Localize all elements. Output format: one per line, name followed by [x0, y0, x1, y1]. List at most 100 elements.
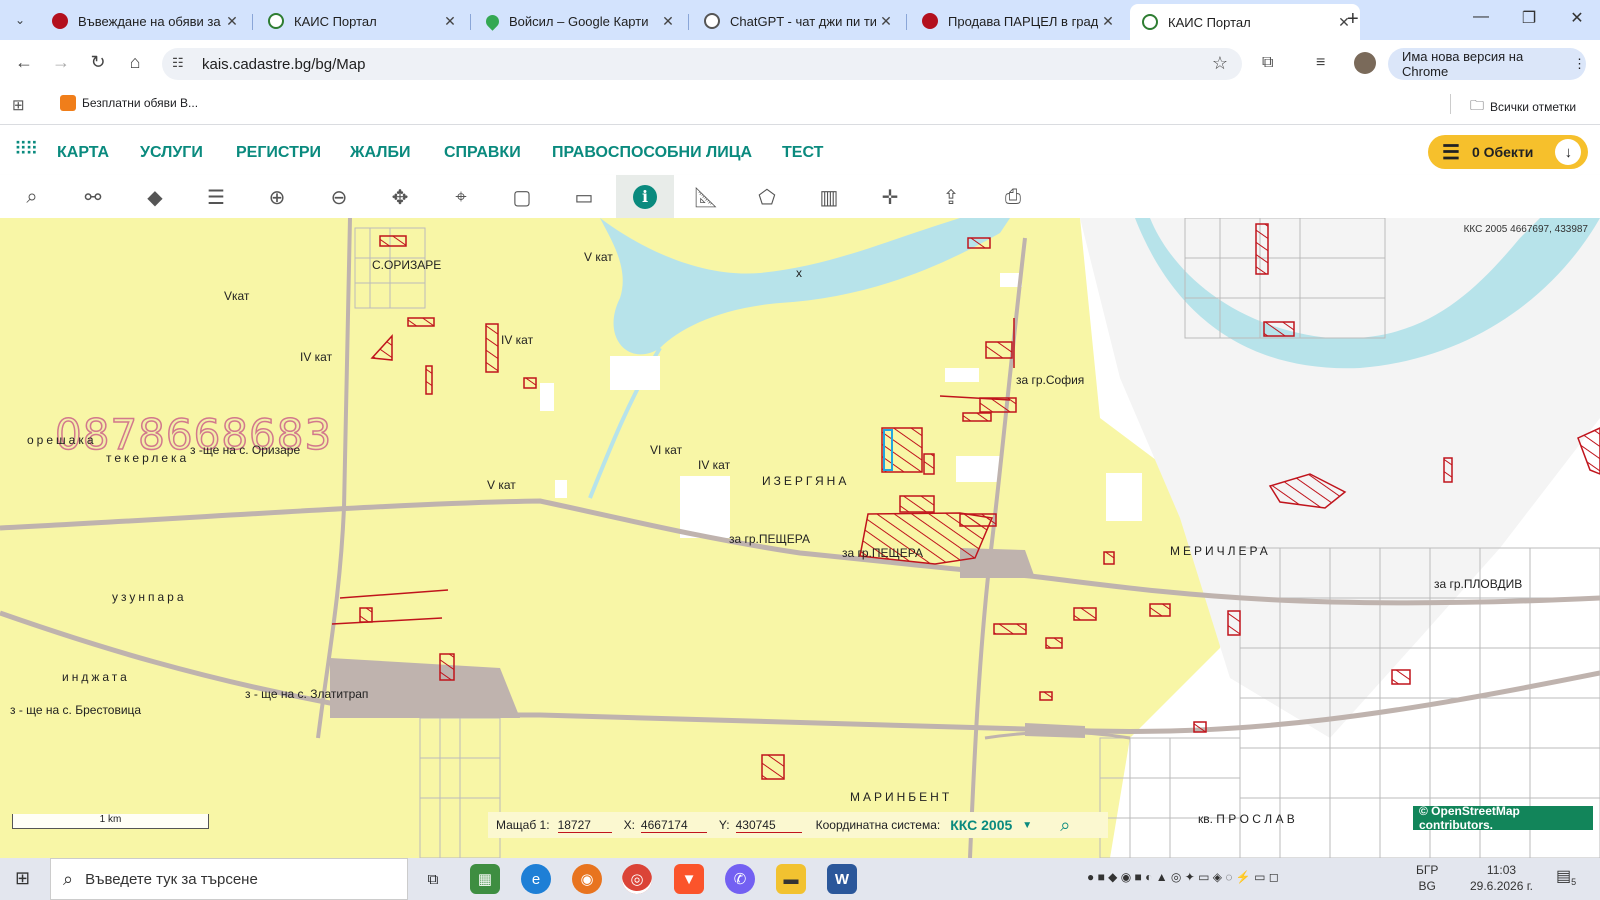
parcel: [1045, 637, 1063, 649]
close-window-icon[interactable]: ✕: [1562, 8, 1592, 28]
map-label: за гр.ПЕЩЕРА: [729, 532, 810, 546]
media-controls-icon[interactable]: ≡: [1316, 54, 1325, 72]
site-info-icon[interactable]: ☷: [172, 55, 184, 71]
info-icon[interactable]: i: [616, 175, 674, 218]
zoom-out-icon[interactable]: ⊖: [310, 179, 368, 215]
calculator-icon[interactable]: ▦: [470, 864, 500, 894]
close-tab-icon[interactable]: ✕: [440, 13, 460, 30]
parcel: [1443, 457, 1453, 483]
brave-browser-icon[interactable]: ▼: [674, 864, 704, 894]
map-book-icon[interactable]: ▥: [800, 179, 858, 215]
tab-search-chevron-icon[interactable]: ⌄: [8, 8, 32, 32]
bookmark-item[interactable]: Безплатни обяви В...: [60, 95, 198, 111]
restore-window-icon[interactable]: ❐: [1514, 8, 1544, 28]
clock[interactable]: 11:03 29.6.2026 г.: [1470, 862, 1533, 894]
firefox-like-icon[interactable]: ◉: [572, 864, 602, 894]
browser-tab[interactable]: КАИС Портал ✕: [256, 6, 466, 36]
scale-input[interactable]: 18727: [557, 818, 612, 833]
layers-icon[interactable]: ☰: [187, 179, 245, 215]
menu-map[interactable]: КАРТА: [57, 144, 109, 162]
base-layer-icon[interactable]: ◆: [126, 179, 184, 215]
task-view-icon[interactable]: ⧉: [418, 864, 448, 894]
parcel: [923, 453, 935, 475]
remove-rectangle-icon[interactable]: ▭: [555, 179, 613, 215]
windows-start-icon[interactable]: ⊞: [15, 868, 30, 889]
print-icon[interactable]: ⎙: [984, 179, 1042, 215]
app-grid-icon[interactable]: ⠿⠿: [14, 139, 38, 160]
map-label: за гр.ПЛОВДИВ: [1434, 577, 1523, 591]
word-icon[interactable]: W: [827, 864, 857, 894]
export-icon[interactable]: ⇪: [922, 179, 980, 215]
measure-ruler-icon[interactable]: 📐︎: [677, 179, 735, 215]
location-pin-icon[interactable]: ⌖: [432, 179, 490, 215]
language-indicator[interactable]: БГР BG: [1416, 862, 1438, 894]
menu-test[interactable]: ТЕСТ: [782, 144, 823, 162]
all-bookmarks-button[interactable]: 🗀 Всички отметки: [1470, 95, 1576, 119]
browser-tab-active[interactable]: КАИС Портал ✕: [1130, 4, 1360, 40]
chrome-update-button[interactable]: Има нова версия на Chrome ⋮: [1388, 48, 1586, 80]
search-icon[interactable]: ⌕: [3, 179, 61, 215]
close-tab-icon[interactable]: ✕: [658, 13, 678, 30]
y-label: Y:: [718, 818, 730, 832]
notifications-icon[interactable]: ▤5: [1556, 866, 1576, 887]
reload-icon[interactable]: ↻: [85, 52, 111, 73]
back-arrow-icon[interactable]: ←: [11, 52, 37, 73]
menu-complaints[interactable]: ЖАЛБИ: [350, 144, 410, 162]
draw-rectangle-icon[interactable]: ▢: [493, 179, 551, 215]
map-label: IV кат: [698, 458, 731, 472]
parcel: [1073, 607, 1097, 621]
osm-attribution[interactable]: © OpenStreetMap contributors.: [1413, 804, 1593, 832]
map-label: V кат: [584, 250, 613, 264]
bookmark-star-icon[interactable]: ☆: [1212, 53, 1228, 74]
browser-tab[interactable]: ChatGPT - чат джи пи ти ✕: [692, 6, 902, 36]
home-icon[interactable]: ⌂: [122, 52, 148, 73]
crs-select[interactable]: ККС 2005: [950, 817, 1012, 833]
browser-tab[interactable]: Войсил – Google Карти ✕: [474, 6, 684, 36]
tab-title: Продава ПАРЦЕЛ в град: [948, 13, 1098, 29]
viber-icon[interactable]: ✆: [725, 864, 755, 894]
tray-apps-icon[interactable]: ● ■ ◆ ◉ ■ ◐ ▲ ◎ ✦ ▭ ◈ ◌ ⚡ ▭ ◻: [1087, 870, 1279, 884]
new-tab-plus-icon[interactable]: +: [1347, 8, 1359, 31]
file-explorer-icon[interactable]: ▬: [776, 864, 806, 894]
maps-pin-icon: [483, 11, 502, 31]
close-tab-icon[interactable]: ✕: [876, 13, 896, 30]
taskbar-search-box[interactable]: ⌕ Въведете тук за търсене: [50, 858, 408, 900]
edge-browser-icon[interactable]: e: [521, 864, 551, 894]
download-arrow-icon[interactable]: ↓: [1555, 139, 1582, 165]
menu-registers[interactable]: РЕГИСТРИ: [236, 144, 321, 162]
parcel: [761, 754, 785, 780]
menu-services[interactable]: УСЛУГИ: [140, 144, 203, 162]
map-label: С.ОРИЗАРЕ: [372, 258, 442, 272]
more-menu-icon[interactable]: ⋮: [1573, 56, 1586, 72]
pan-move-icon[interactable]: ✥: [371, 179, 429, 215]
parcel: [407, 317, 435, 327]
browser-tab[interactable]: Въвеждане на обяви за П ✕: [40, 6, 248, 36]
url-text[interactable]: kais.cadastre.bg/bg/Map: [202, 56, 365, 73]
objects-basket-button[interactable]: ☰ 0 Обекти ↓: [1428, 135, 1588, 169]
menu-licensed-persons[interactable]: ПРАВОСПОСОБНИ ЛИЦА: [552, 144, 752, 162]
bookmark-label: Безплатни обяви В...: [82, 96, 199, 110]
forward-arrow-icon[interactable]: →: [48, 52, 74, 73]
close-tab-icon[interactable]: ✕: [222, 13, 242, 30]
cadastral-map[interactable]: ККС 2005 4667697, 433987 0878668683 С.ОР…: [0, 218, 1600, 858]
close-tab-icon[interactable]: ✕: [1098, 13, 1118, 30]
zoom-in-icon[interactable]: ⊕: [248, 179, 306, 215]
chrome-icon[interactable]: ◎: [622, 864, 652, 894]
browser-tab[interactable]: Продава ПАРЦЕЛ в град ✕: [910, 6, 1124, 36]
minimize-icon[interactable]: —: [1466, 8, 1496, 26]
crosshair-grid-icon[interactable]: ✛: [861, 179, 919, 215]
menu-references[interactable]: СПРАВКИ: [444, 144, 521, 162]
route-network-icon[interactable]: ⚯: [64, 179, 122, 215]
crs-dropdown-icon[interactable]: ▼: [1022, 820, 1032, 831]
apps-grid-icon[interactable]: ⊞: [12, 96, 25, 114]
profile-avatar[interactable]: [1354, 52, 1376, 74]
all-bookmarks-label: Всички отметки: [1490, 100, 1577, 114]
parcel: [425, 365, 433, 395]
coordinate-search-icon[interactable]: ⌕: [1060, 815, 1070, 836]
extensions-puzzle-icon[interactable]: ⧉: [1262, 54, 1273, 72]
polygon-icon[interactable]: ⬠: [738, 179, 796, 215]
address-bar[interactable]: ☷ kais.cadastre.bg/bg/Map ☆: [162, 48, 1242, 80]
map-toolbar: ⌕ ⚯ ◆ ☰ ⊕ ⊖ ✥ ⌖ ▢ ▭ i 📐︎ ⬠ ▥ ✛ ⇪ ⎙: [0, 175, 1600, 218]
folder-icon: 🗀: [1470, 97, 1484, 113]
map-label: IV кат: [300, 350, 333, 364]
